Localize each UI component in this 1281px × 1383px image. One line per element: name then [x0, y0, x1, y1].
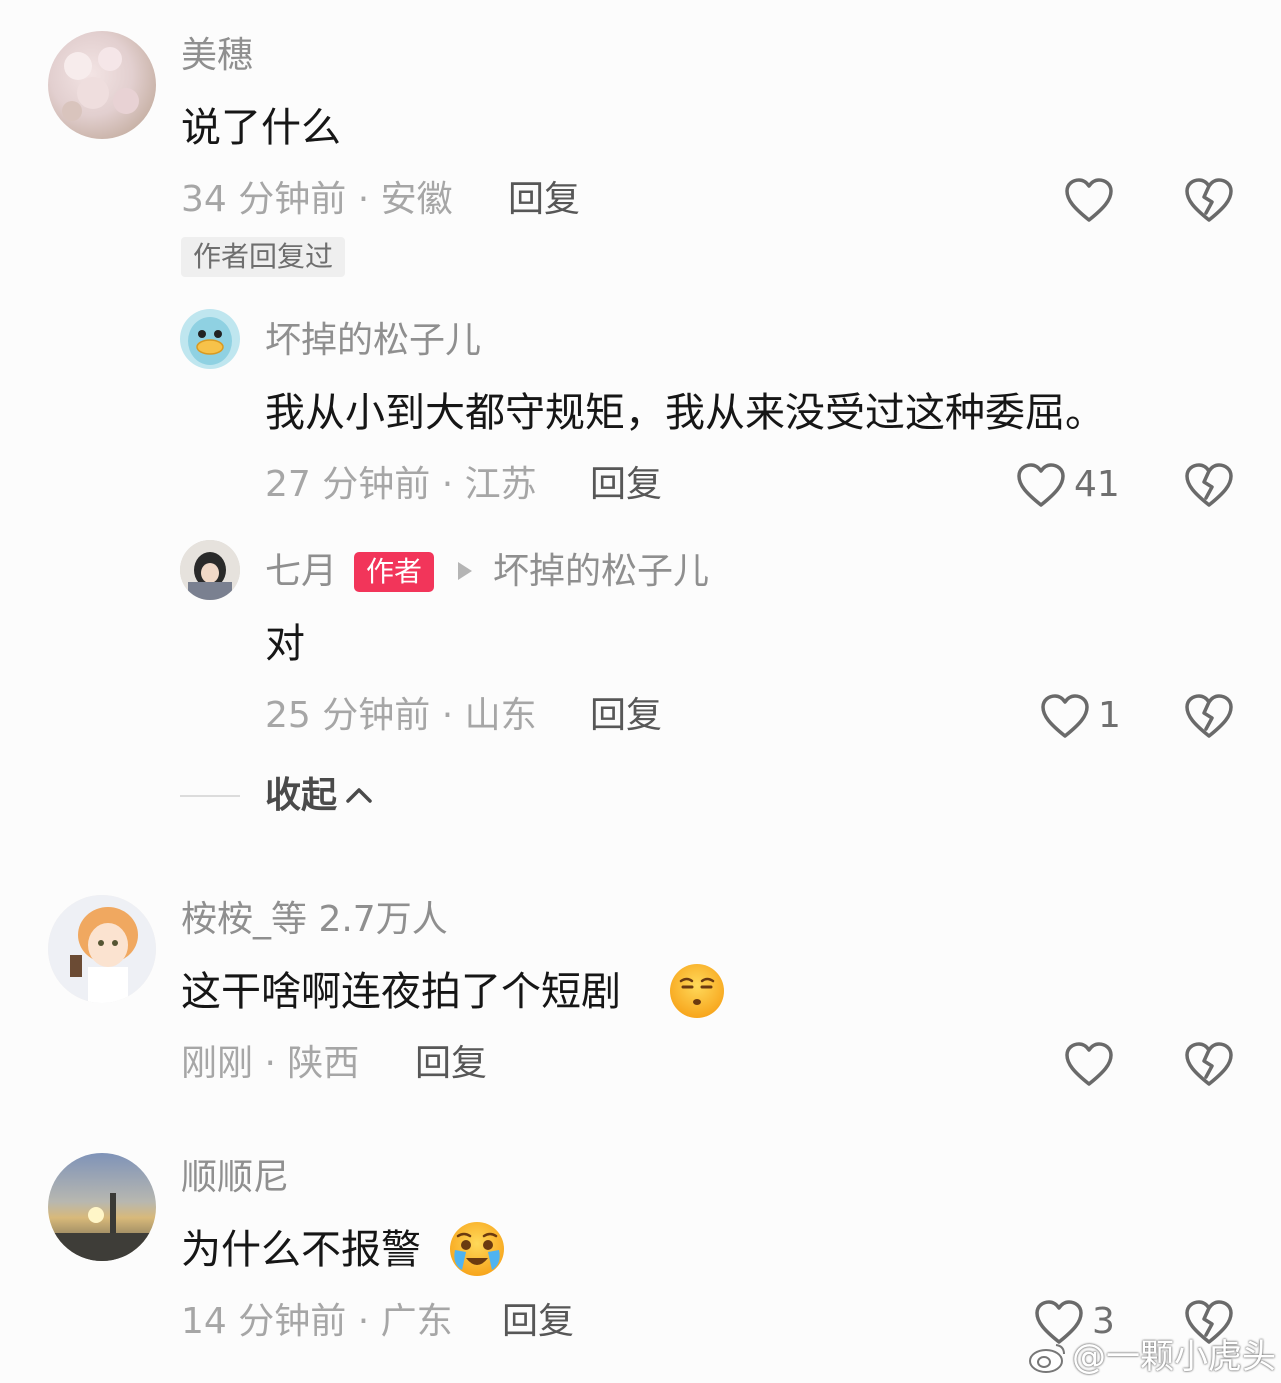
- reply-to-name[interactable]: 坏掉的松子儿: [493, 554, 709, 590]
- reply-button[interactable]: 回复: [508, 182, 580, 218]
- reply-meta: 27 分钟前 · 江苏: [265, 464, 537, 505]
- avatar-image: [48, 1193, 156, 1261]
- heart-icon[interactable]: [1064, 177, 1114, 223]
- dislike-icon[interactable]: [1184, 462, 1234, 508]
- watermark: @一颗小虎头: [1072, 1337, 1276, 1377]
- dislike-icon[interactable]: [1184, 177, 1234, 223]
- avatar[interactable]: [180, 309, 240, 369]
- reply-button[interactable]: 回复: [590, 467, 662, 503]
- replier-name[interactable]: 七月: [265, 554, 337, 590]
- like-count: 1: [1098, 695, 1121, 736]
- avatar-image: [48, 895, 156, 1003]
- weibo-logo-icon: [1029, 1344, 1065, 1373]
- comment-text: 为什么不报警: [181, 1227, 421, 1273]
- reply-text: 我从小到大都守规矩，我从来没受过这种委屈。: [265, 390, 1105, 436]
- author-badge: 作者: [354, 552, 435, 592]
- reply-button[interactable]: 回复: [590, 698, 662, 734]
- author-replied-tag: 作者回复过: [181, 237, 346, 277]
- collapse-button[interactable]: 收起: [265, 778, 337, 814]
- reply-button[interactable]: 回复: [502, 1304, 574, 1340]
- heart-icon[interactable]: [1064, 1041, 1114, 1087]
- avatar-image: [180, 540, 240, 600]
- avatar[interactable]: [48, 31, 156, 139]
- comment-meta: 14 分钟前 · 广东: [181, 1301, 453, 1342]
- reply-button[interactable]: 回复: [415, 1046, 487, 1082]
- comment-text: 说了什么: [181, 105, 341, 151]
- collapse-divider: [180, 795, 240, 797]
- smirk-face-icon: [670, 964, 724, 1018]
- play-arrow-icon: [458, 562, 472, 580]
- commenter-name[interactable]: 顺顺尼: [181, 1160, 289, 1196]
- crying-face-icon: [450, 1222, 504, 1276]
- like-count: 3: [1092, 1301, 1115, 1342]
- dislike-icon[interactable]: [1184, 693, 1234, 739]
- like-count: 41: [1074, 464, 1120, 505]
- heart-icon[interactable]: [1016, 462, 1066, 508]
- reply-meta: 25 分钟前 · 山东: [265, 695, 537, 736]
- commenter-name[interactable]: 美穗: [181, 38, 253, 74]
- comment-meta: 刚刚 · 陕西: [181, 1043, 360, 1084]
- replier-name[interactable]: 坏掉的松子儿: [265, 323, 481, 359]
- commenter-name[interactable]: 桉桉_等 2.7万人: [181, 902, 448, 938]
- avatar[interactable]: [180, 540, 240, 600]
- avatar-image: [188, 317, 232, 365]
- reply-text: 对: [265, 621, 305, 667]
- comment-text: 这干啥啊连夜拍了个短剧: [181, 969, 621, 1015]
- avatar[interactable]: [48, 895, 156, 1003]
- chevron-up-icon[interactable]: [344, 785, 374, 805]
- avatar[interactable]: [48, 1153, 156, 1261]
- avatar-image: [62, 47, 139, 121]
- comment-meta: 34 分钟前 · 安徽: [181, 179, 453, 220]
- dislike-icon[interactable]: [1184, 1041, 1234, 1087]
- heart-icon[interactable]: [1040, 693, 1090, 739]
